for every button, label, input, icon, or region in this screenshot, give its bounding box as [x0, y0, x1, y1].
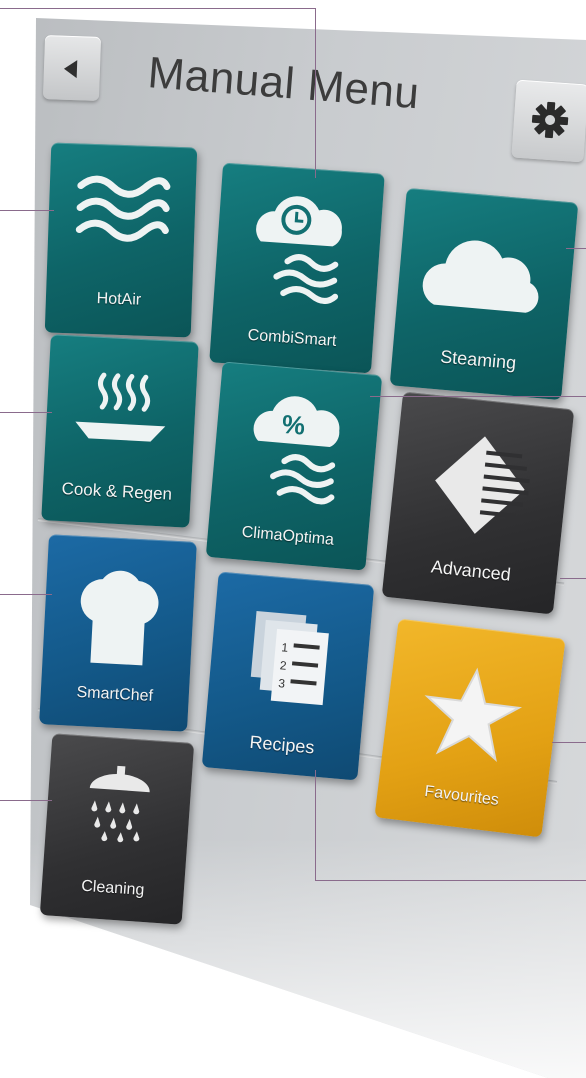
- tile-label: SmartChef: [76, 683, 154, 705]
- tile-label: Recipes: [248, 731, 316, 758]
- back-button[interactable]: [42, 35, 102, 101]
- tile-label: Cleaning: [80, 877, 145, 900]
- svg-text:%: %: [281, 409, 307, 441]
- shower-icon: [89, 765, 150, 843]
- chef-hat-icon: [80, 570, 159, 666]
- hotair-tile[interactable]: HotAir: [44, 142, 198, 338]
- plate-steam-icon: [75, 372, 166, 442]
- callout-line: [370, 396, 586, 397]
- advanced-tile[interactable]: Advanced: [381, 391, 575, 615]
- cook-and-regen-tile[interactable]: Cook & Regen: [41, 334, 199, 528]
- combi-smart-cloud-clock-icon: [256, 196, 342, 304]
- steam-cloud-icon: [422, 240, 539, 313]
- callout-line: [560, 578, 586, 579]
- settings-button[interactable]: [511, 79, 586, 163]
- tile-label: Advanced: [430, 556, 512, 585]
- callout-line: [315, 8, 316, 178]
- callout-line: [0, 594, 52, 595]
- callout-line: [0, 800, 52, 801]
- favourites-tile[interactable]: Favourites: [374, 618, 566, 838]
- recipes-tile[interactable]: 1 2 3 Recipes: [201, 571, 375, 781]
- tile-label: CombiSmart: [247, 326, 338, 350]
- back-arrow-icon: [63, 59, 78, 79]
- callout-line: [0, 412, 52, 413]
- smartchef-tile[interactable]: SmartChef: [39, 534, 197, 732]
- tile-label: Favourites: [423, 782, 500, 809]
- combismart-tile[interactable]: CombiSmart: [209, 162, 385, 374]
- clima-cloud-percent-icon: %: [253, 396, 340, 505]
- callout-line: [0, 8, 316, 9]
- callout-line: [315, 770, 316, 880]
- callout-line: [566, 248, 586, 249]
- gear-icon: [531, 101, 569, 139]
- callout-line: [315, 880, 586, 881]
- star-icon: [424, 667, 523, 763]
- callout-line: [0, 210, 54, 211]
- advanced-diamond-icon: [435, 436, 530, 534]
- callout-line: [552, 742, 586, 743]
- recipe-pages-icon: 1 2 3: [250, 611, 329, 706]
- tile-label: Cook & Regen: [61, 479, 173, 504]
- tile-label: HotAir: [96, 290, 142, 309]
- tile-label: Steaming: [439, 346, 517, 374]
- steaming-tile[interactable]: Steaming: [389, 187, 579, 401]
- tile-label: ClimaOptima: [241, 523, 335, 549]
- cleaning-tile[interactable]: Cleaning: [39, 733, 195, 925]
- climaoptima-tile[interactable]: % ClimaOptima: [205, 361, 383, 571]
- hot-air-waves-icon: [75, 175, 171, 242]
